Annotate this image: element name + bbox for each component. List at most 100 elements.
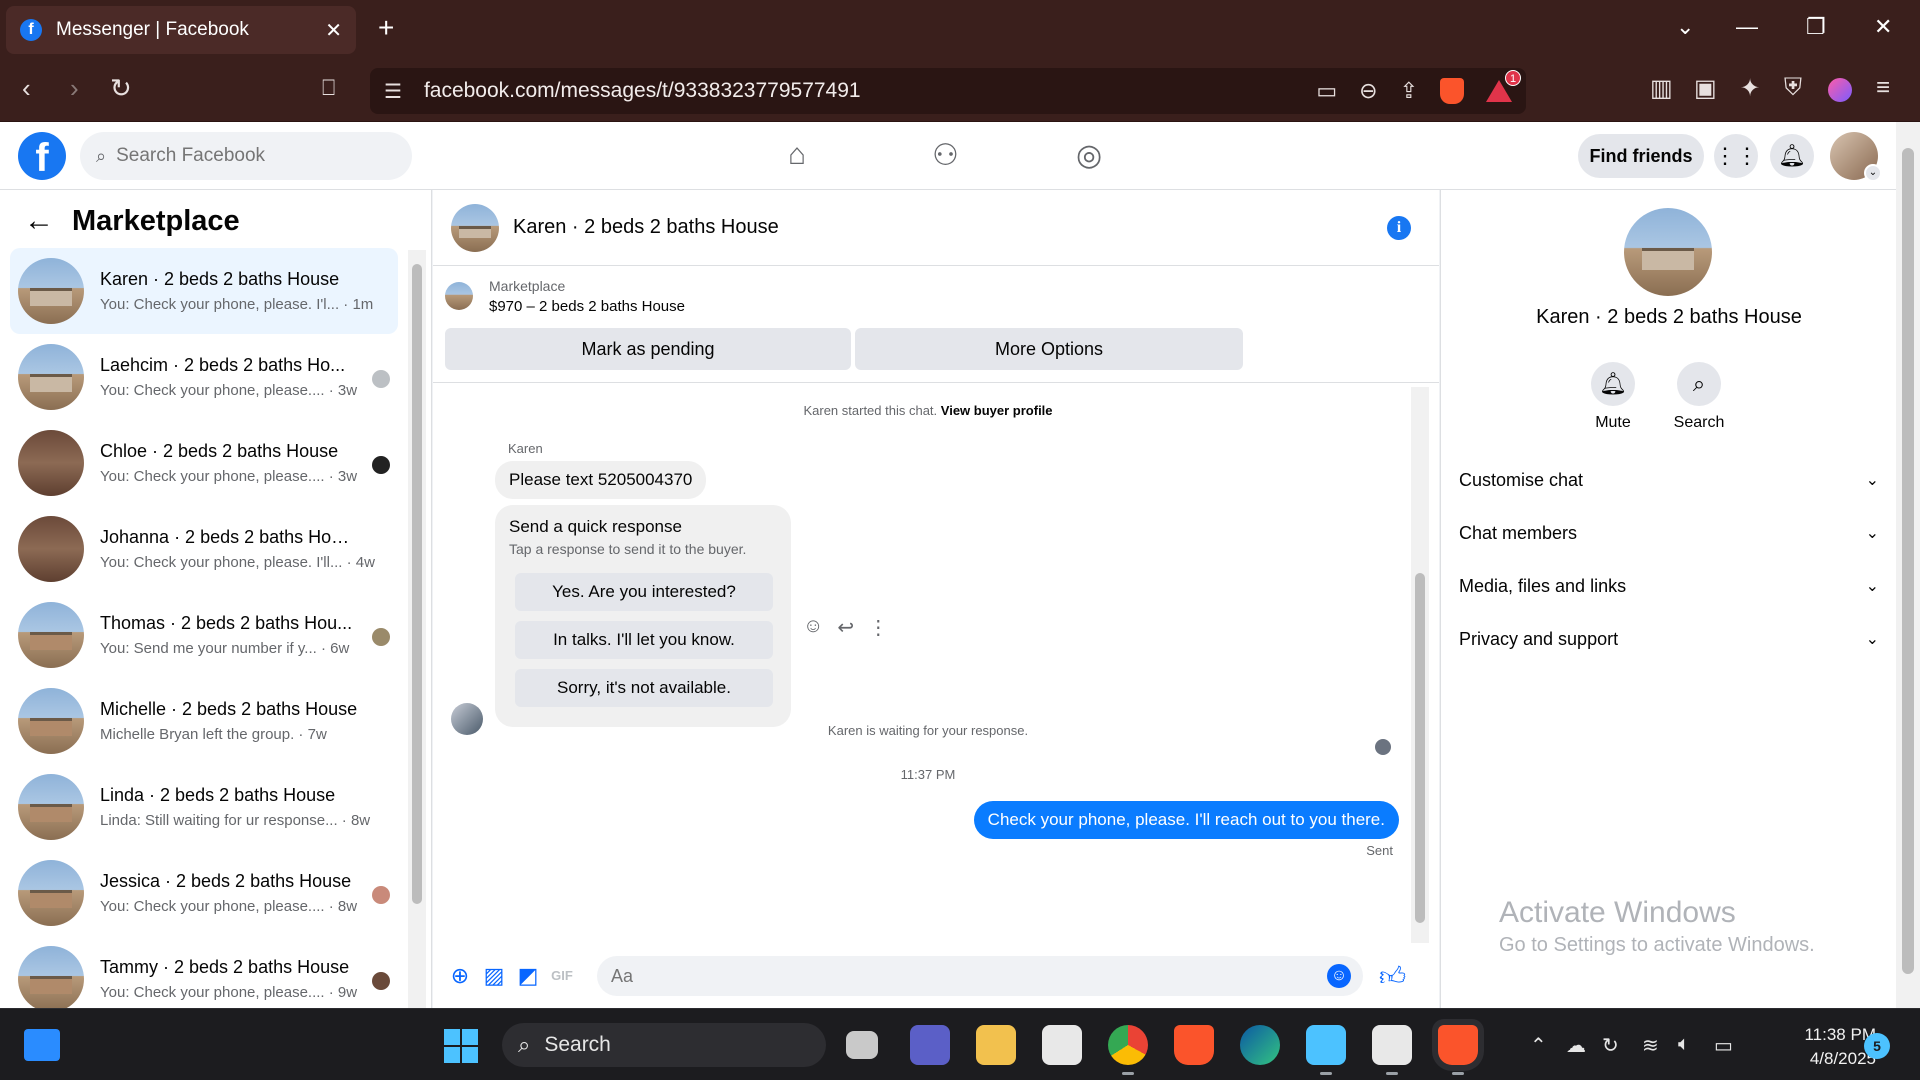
edge-icon[interactable] [1240, 1025, 1280, 1065]
share-icon[interactable]: ⇪ [1400, 78, 1418, 104]
thread-scrollbar[interactable] [1411, 387, 1429, 943]
browser-tab[interactable]: f Messenger | Facebook ✕ [6, 6, 356, 54]
chat-item[interactable]: Karen · 2 beds 2 baths House You: Check y… [10, 248, 398, 334]
profile-thumbnail[interactable] [1624, 208, 1712, 296]
media-files-links-section[interactable]: Media, files and links ⌄ [1459, 566, 1879, 606]
chat-item[interactable]: Johanna · 2 beds 2 baths House You: Check… [10, 506, 398, 592]
notifications-bell-icon[interactable]: 🔔︎ [1770, 134, 1814, 178]
groups-icon[interactable]: ◎ [1076, 138, 1102, 173]
back-icon[interactable]: ‹ [22, 73, 31, 103]
chat-item[interactable]: Jessica · 2 beds 2 baths House You: Check… [10, 850, 398, 936]
task-view-icon[interactable] [846, 1031, 878, 1059]
microsoft-store-icon[interactable] [1042, 1025, 1082, 1065]
widgets-icon[interactable] [24, 1029, 60, 1061]
chat-item[interactable]: Laehcim · 2 beds 2 baths Ho... You: Check… [10, 334, 398, 420]
file-explorer-icon[interactable] [976, 1025, 1016, 1065]
scrollbar-thumb[interactable] [1902, 148, 1914, 974]
vpn-shield-icon[interactable]: ⛨ [1784, 74, 1802, 102]
home-icon[interactable]: ⌂ [788, 138, 806, 172]
listing-summary[interactable]: Marketplace $970 – 2 beds 2 baths House [445, 278, 685, 315]
account-chevron-icon[interactable]: ⌄ [1864, 164, 1882, 182]
chat-item[interactable]: Linda · 2 beds 2 baths House Linda: Still… [10, 764, 398, 850]
privacy-support-section[interactable]: Privacy and support ⌄ [1459, 619, 1879, 659]
reload-icon[interactable]: ↻ [110, 73, 132, 103]
wifi-icon[interactable]: ≋ [1642, 1033, 1659, 1058]
conversation-title[interactable]: Karen · 2 beds 2 baths House [513, 216, 1387, 239]
address-bar[interactable]: ☰ facebook.com/messages/t/93383237795774… [370, 68, 1526, 114]
sticker-icon[interactable]: ◩ [516, 964, 540, 988]
scrollbar-thumb[interactable] [1415, 573, 1425, 923]
leo-ai-icon[interactable]: ✦ [1740, 74, 1760, 103]
sync-icon[interactable]: ↻ [1602, 1033, 1619, 1058]
battery-icon[interactable]: ▭ [1714, 1033, 1733, 1058]
taskbar-search[interactable]: ⌕ Search [502, 1023, 826, 1067]
mark-as-pending-button[interactable]: Mark as pending [445, 328, 851, 370]
brave-active-icon[interactable] [1438, 1025, 1478, 1075]
info-icon[interactable]: i [1387, 215, 1411, 240]
search-action[interactable]: ⌕ Search [1659, 362, 1739, 432]
chat-item[interactable]: Tammy · 2 beds 2 baths House You: Check y… [10, 936, 398, 1008]
more-icon[interactable]: ⋮ [868, 615, 888, 640]
brave-rewards-icon[interactable]: 1 [1486, 70, 1521, 102]
start-button[interactable] [444, 1029, 478, 1063]
forward-icon[interactable]: › [70, 73, 79, 103]
tab-close-icon[interactable]: ✕ [325, 18, 342, 43]
chrome-icon[interactable] [1108, 1025, 1148, 1075]
snipping-tool-icon[interactable] [1372, 1025, 1412, 1075]
bookmark-icon[interactable]: ⎕ [322, 73, 335, 103]
tab-list-chevron-icon[interactable]: ⌄ [1676, 14, 1694, 40]
chat-members-section[interactable]: Chat members ⌄ [1459, 513, 1879, 553]
quick-reply-button[interactable]: Sorry, it's not available. [515, 669, 773, 707]
menu-grid-icon[interactable]: ⋮⋮ [1714, 134, 1758, 178]
brave-icon[interactable] [1174, 1025, 1214, 1065]
conversation-thumbnail[interactable] [451, 203, 499, 252]
chat-item[interactable]: Thomas · 2 beds 2 baths Hou... You: Send … [10, 592, 398, 678]
photo-icon[interactable]: ▨ [482, 964, 506, 988]
quick-reply-button[interactable]: Yes. Are you interested? [515, 573, 773, 611]
cast-icon[interactable]: ▭ [1316, 78, 1337, 104]
teams-icon[interactable] [910, 1025, 950, 1065]
zoom-out-icon[interactable]: ⊖ [1359, 78, 1377, 104]
wallet-icon[interactable]: ▣ [1694, 74, 1717, 103]
friends-icon[interactable]: ⚇ [932, 138, 959, 173]
volume-icon[interactable]: 🔈︎ [1678, 1033, 1690, 1056]
incoming-message[interactable]: Please text 5205004370 [495, 461, 707, 499]
chat-list-scrollbar[interactable] [408, 250, 426, 1008]
chat-item[interactable]: Michelle · 2 beds 2 baths House Michelle … [10, 678, 398, 764]
customise-chat-section[interactable]: Customise chat ⌄ [1459, 460, 1879, 500]
restore-icon[interactable]: ❐ [1806, 14, 1826, 40]
reply-icon[interactable]: ↩ [837, 615, 854, 640]
site-settings-icon[interactable]: ☰ [384, 79, 402, 104]
chat-item[interactable]: Chloe · 2 beds 2 baths House You: Check y… [10, 420, 398, 506]
account-avatar[interactable]: ⌄ [1830, 132, 1882, 182]
onedrive-icon[interactable]: ☁ [1566, 1033, 1586, 1058]
mute-action[interactable]: 🔔︎ Mute [1573, 362, 1653, 432]
find-friends-button[interactable]: Find friends [1578, 134, 1704, 178]
facebook-search-input[interactable] [116, 145, 357, 167]
brave-shields-icon[interactable] [1440, 78, 1464, 104]
close-window-icon[interactable]: ✕ [1874, 14, 1892, 40]
message-input[interactable] [611, 965, 1327, 987]
quick-reply-button[interactable]: In talks. I'll let you know. [515, 621, 773, 659]
react-icon[interactable]: ☺ [803, 615, 823, 640]
notepad-icon[interactable] [1306, 1025, 1346, 1075]
scrollbar-thumb[interactable] [412, 264, 422, 904]
gif-icon[interactable]: GIF [550, 964, 574, 988]
search-icon[interactable]: ⌕ [1677, 362, 1721, 406]
new-tab-button[interactable]: + [378, 14, 394, 42]
taskbar-clock[interactable]: 11:38 PM 4/8/2025 [1756, 1023, 1876, 1071]
bell-icon[interactable]: 🔔︎ [1591, 362, 1635, 406]
sidebar-toggle-icon[interactable]: ▥ [1650, 74, 1673, 103]
facebook-search[interactable]: ⌕ [80, 132, 412, 180]
show-hidden-icons-icon[interactable]: ⌃ [1530, 1033, 1547, 1058]
minimize-icon[interactable]: — [1736, 14, 1758, 40]
back-arrow-icon[interactable]: ← [24, 204, 54, 238]
notification-badge[interactable]: 5 [1864, 1033, 1890, 1059]
outgoing-message[interactable]: Check your phone, please. I'll reach out… [973, 801, 1399, 839]
menu-icon[interactable]: ≡ [1876, 74, 1890, 102]
url-text[interactable]: facebook.com/messages/t/9338323779577491 [424, 79, 1316, 103]
page-scrollbar[interactable] [1896, 122, 1920, 1008]
emoji-icon[interactable]: ☺ [1327, 964, 1351, 988]
profile-icon[interactable] [1828, 78, 1852, 102]
view-buyer-profile-link[interactable]: View buyer profile [941, 403, 1053, 418]
